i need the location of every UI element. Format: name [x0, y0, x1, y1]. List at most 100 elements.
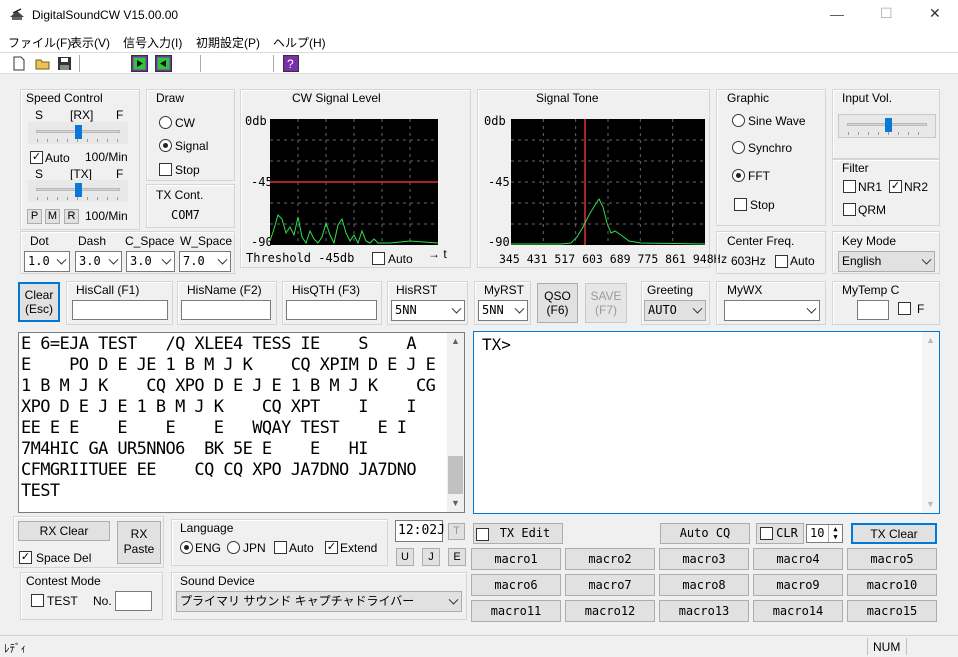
scroll-thumb[interactable]	[448, 456, 463, 494]
space-del-label: Space Del	[36, 551, 92, 565]
save-button[interactable]: SAVE (F7)	[585, 283, 627, 323]
spin-icon[interactable]: ▲ ▼	[828, 525, 842, 542]
nr1-checkbox[interactable]	[843, 180, 856, 193]
scroll-down-icon[interactable]: ▼	[447, 495, 464, 512]
macro-button-2[interactable]: macro2	[565, 548, 655, 570]
fahrenheit-checkbox[interactable]	[898, 302, 911, 315]
menu-settings[interactable]: 初期設定(P)	[196, 34, 260, 51]
fft-radio[interactable]	[732, 169, 745, 182]
macro-button-11[interactable]: macro11	[471, 600, 561, 622]
lang-auto-checkbox[interactable]	[274, 541, 287, 554]
macro-button-8[interactable]: macro8	[659, 574, 749, 596]
p-button[interactable]: P	[27, 209, 42, 224]
maximize-button[interactable]: ☐	[880, 5, 893, 22]
tx-cont-title: TX Cont.	[156, 188, 204, 202]
tx-clear-button[interactable]: TX Clear	[851, 523, 937, 544]
myrst-select[interactable]: 5NN	[478, 300, 528, 321]
rx-scrollbar[interactable]: ▲ ▼	[447, 333, 464, 512]
test-checkbox[interactable]	[31, 594, 44, 607]
c-space-select[interactable]: 3.0	[126, 251, 175, 272]
macro-button-3[interactable]: macro3	[659, 548, 749, 570]
macro-button-7[interactable]: macro7	[565, 574, 655, 596]
clr-value-input[interactable]: 10 ▲ ▼	[806, 524, 843, 543]
draw-cw-radio[interactable]	[159, 116, 172, 129]
tx-edit-checkbox[interactable]	[476, 528, 489, 541]
space-del-checkbox[interactable]: ✓	[19, 551, 32, 564]
macro-button-12[interactable]: macro12	[565, 600, 655, 622]
macro-button-6[interactable]: macro6	[471, 574, 561, 596]
menu-signal-input[interactable]: 信号入力(I)	[123, 34, 182, 51]
minimize-button[interactable]: —	[830, 6, 844, 22]
nr2-checkbox[interactable]: ✓	[889, 180, 902, 193]
play-back-icon[interactable]	[155, 55, 172, 72]
scroll-down-icon[interactable]: ▼	[922, 496, 939, 513]
draw-stop-checkbox[interactable]	[159, 163, 172, 176]
hisname-input[interactable]	[181, 300, 271, 320]
r-button[interactable]: R	[64, 209, 79, 224]
w-space-select[interactable]: 7.0	[179, 251, 231, 272]
macro-button-9[interactable]: macro9	[753, 574, 843, 596]
close-button[interactable]: ✕	[929, 5, 941, 22]
menu-view[interactable]: 表示(V)	[70, 34, 110, 51]
graphic-stop-checkbox[interactable]	[734, 198, 747, 211]
mytemp-input[interactable]	[857, 300, 889, 320]
scroll-up-icon[interactable]: ▲	[922, 332, 939, 349]
input-vol-slider[interactable]	[838, 114, 936, 138]
hiscall-input[interactable]	[72, 300, 168, 320]
j-button[interactable]: J	[422, 548, 440, 566]
dash-select[interactable]: 3.0	[75, 251, 122, 272]
jpn-radio[interactable]	[227, 541, 240, 554]
macro-button-10[interactable]: macro10	[847, 574, 937, 596]
hisrst-select[interactable]: 5NN	[391, 300, 465, 321]
tx-speed-slider[interactable]	[28, 180, 128, 202]
contest-no-input[interactable]	[115, 591, 152, 611]
macro-button-15[interactable]: macro15	[847, 600, 937, 622]
synchro-radio[interactable]	[732, 141, 745, 154]
play-forward-icon[interactable]	[131, 55, 148, 72]
scroll-up-icon[interactable]: ▲	[447, 333, 464, 350]
auto-cq-button[interactable]: Auto CQ	[660, 523, 750, 544]
rx-paste-button[interactable]: RX Paste	[117, 521, 161, 564]
macro-button-4[interactable]: macro4	[753, 548, 843, 570]
toolbar: ?	[0, 52, 958, 74]
qso-button[interactable]: QSO (F6)	[537, 283, 578, 323]
rx-clear-button[interactable]: RX Clear	[18, 521, 110, 541]
hisqth-input[interactable]	[286, 300, 377, 320]
chevron-down-icon	[161, 254, 172, 265]
eng-radio[interactable]	[180, 541, 193, 554]
tx-scrollbar[interactable]: ▲ ▼	[922, 332, 939, 513]
t-button[interactable]: T	[448, 523, 465, 540]
rx-text-area[interactable]: E 6=EJA TEST /Q XLEE4 TESS IE S A E PO D…	[18, 332, 465, 513]
m-button[interactable]: M	[45, 209, 60, 224]
e-button[interactable]: E	[448, 548, 466, 566]
key-mode-select[interactable]: English	[838, 251, 935, 272]
tx-text-area[interactable]: TX> ▲ ▼	[473, 331, 940, 514]
help-icon[interactable]: ?	[283, 55, 299, 72]
clr-checkbox[interactable]	[760, 527, 773, 540]
extend-checkbox[interactable]: ✓	[325, 541, 338, 554]
c-space-label: C_Space	[125, 234, 175, 248]
open-folder-icon[interactable]	[35, 56, 51, 71]
menu-file[interactable]: ファイル(F)	[8, 34, 71, 51]
macro-button-1[interactable]: macro1	[471, 548, 561, 570]
sine-wave-radio[interactable]	[732, 114, 745, 127]
macro-button-5[interactable]: macro5	[847, 548, 937, 570]
sound-device-select[interactable]: プライマリ サウンド キャプチャドライバー	[176, 591, 462, 612]
greeting-select[interactable]: AUTO	[644, 300, 706, 321]
draw-signal-radio[interactable]	[159, 139, 172, 152]
qrm-checkbox[interactable]	[843, 203, 856, 216]
center-freq-auto-checkbox[interactable]	[775, 255, 788, 268]
rx-speed-slider[interactable]	[28, 122, 128, 144]
u-button[interactable]: U	[396, 548, 414, 566]
tone-y-bot: -90	[488, 235, 510, 249]
clear-button[interactable]: Clear (Esc)	[18, 282, 60, 322]
macro-button-14[interactable]: macro14	[753, 600, 843, 622]
rx-auto-checkbox[interactable]: ✓	[30, 151, 43, 164]
menu-help[interactable]: ヘルプ(H)	[273, 34, 326, 51]
mywx-select[interactable]	[724, 300, 820, 321]
cw-auto-checkbox[interactable]	[372, 252, 385, 265]
dot-select[interactable]: 1.0	[24, 251, 70, 272]
new-file-icon[interactable]	[12, 56, 26, 71]
save-disk-icon[interactable]	[57, 56, 72, 71]
macro-button-13[interactable]: macro13	[659, 600, 749, 622]
